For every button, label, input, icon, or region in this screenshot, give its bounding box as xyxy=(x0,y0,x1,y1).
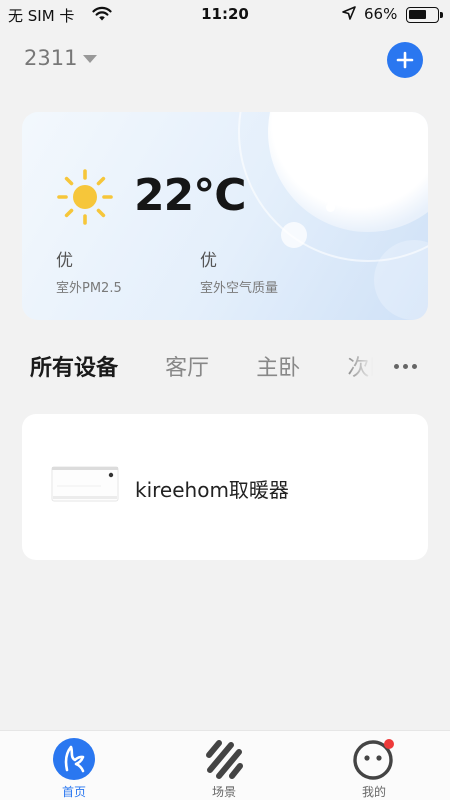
more-tabs-button[interactable] xyxy=(388,354,422,378)
tab-living-room[interactable]: 客厅 xyxy=(165,350,209,382)
pm25-value: 优 xyxy=(56,251,73,271)
more-dot-icon xyxy=(393,363,399,369)
pm25-label: 室外PM2.5 xyxy=(56,281,122,296)
tab-master-bedroom[interactable]: 主卧 xyxy=(256,350,300,382)
temperature: 22°C xyxy=(134,170,247,221)
decorative-bubble xyxy=(326,203,335,212)
location-arrow-icon xyxy=(342,6,356,24)
caret-down-icon xyxy=(83,55,98,63)
home-selector[interactable]: 2311 xyxy=(24,46,98,70)
heater-icon xyxy=(51,466,119,502)
more-dot-icon xyxy=(411,363,417,369)
nav-scene-label: 场景 xyxy=(211,785,236,799)
add-button[interactable] xyxy=(387,42,423,78)
room-tabs: 所有设备 客厅 主卧 次卧 xyxy=(30,350,380,384)
air-quality-value: 优 xyxy=(200,251,217,271)
nav-scene[interactable]: 场景 xyxy=(179,737,269,800)
device-card[interactable]: kireehom取暖器 xyxy=(22,414,428,560)
pm25-metric: 优 室外PM2.5 xyxy=(56,246,122,296)
scene-icon xyxy=(202,737,246,781)
device-name: kireehom取暖器 xyxy=(135,478,289,502)
notification-badge xyxy=(384,739,394,749)
bottom-nav: 首页 场景 我的 xyxy=(0,730,450,800)
nav-profile[interactable]: 我的 xyxy=(329,737,419,800)
status-bar: 无 SIM 卡 11:20 66% xyxy=(0,0,450,30)
weather-card[interactable]: 22°C 优 室外PM2.5 优 室外空气质量 xyxy=(22,112,428,320)
plus-icon xyxy=(396,51,414,69)
tab-all-devices[interactable]: 所有设备 xyxy=(30,350,118,382)
home-name: 2311 xyxy=(24,46,78,70)
decorative-bubble xyxy=(281,222,307,248)
profile-icon xyxy=(352,737,396,781)
nav-home[interactable]: 首页 xyxy=(29,737,119,800)
tabs-fade xyxy=(346,350,380,384)
sun-icon xyxy=(57,169,113,225)
more-dot-icon xyxy=(402,363,408,369)
nav-home-label: 首页 xyxy=(61,785,86,799)
home-icon xyxy=(52,737,96,781)
air-quality-label: 室外空气质量 xyxy=(200,281,279,296)
battery-icon xyxy=(406,7,443,23)
battery-percent: 66% xyxy=(364,5,398,23)
air-quality-metric: 优 室外空气质量 xyxy=(200,246,278,296)
nav-profile-label: 我的 xyxy=(361,785,386,799)
